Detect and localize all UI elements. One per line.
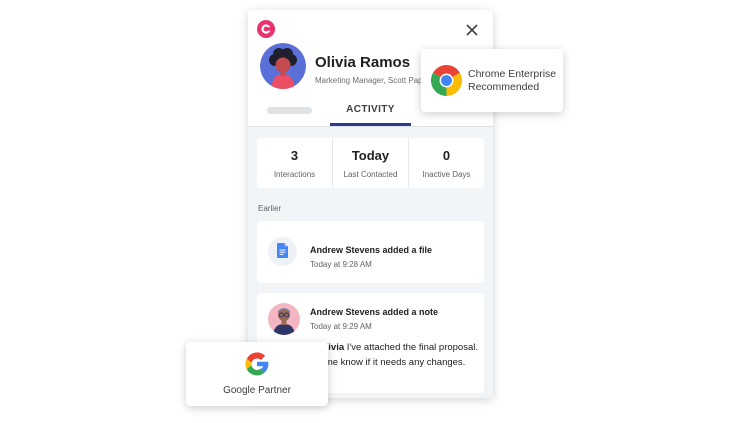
stat-label: Interactions	[273, 170, 316, 179]
activity-title: Andrew Stevens added a note	[310, 307, 439, 317]
stat-value: 3	[290, 148, 299, 163]
contact-name: Olivia Ramos	[315, 54, 411, 71]
google-g-icon	[245, 352, 269, 376]
close-icon[interactable]	[465, 23, 479, 37]
stat-interactions: 3 Interactions	[257, 138, 332, 188]
stat-label: Last Contacted	[343, 170, 398, 179]
header-divider	[248, 126, 493, 127]
stat-last-contacted: Today Last Contacted	[332, 138, 408, 188]
google-partner-label: Google Partner	[223, 385, 291, 396]
tab-details[interactable]	[267, 107, 312, 114]
chrome-icon	[431, 65, 462, 96]
user-avatar	[268, 303, 300, 335]
avatar	[260, 43, 306, 89]
contact-role: Marketing Manager, Scott Paper	[315, 76, 430, 85]
copper-logo-icon	[257, 20, 275, 38]
activity-time: Today at 9:28 AM	[310, 260, 372, 269]
chrome-badge-line-1: Chrome Enterprise	[468, 68, 557, 80]
google-docs-icon	[277, 243, 288, 258]
tab-activity[interactable]: ACTIVITY	[330, 104, 411, 115]
chrome-badge-line-2: Recommended	[468, 81, 540, 93]
section-label-earlier: Earlier	[258, 204, 282, 213]
chrome-badge-text: Chrome Enterprise Recommended	[468, 68, 556, 94]
note-line-1: I've attached the final proposal.	[344, 342, 478, 353]
activity-item-file[interactable]: Andrew Stevens added a file Today at 9:2…	[257, 221, 484, 283]
note-line-2: Let me know if it needs any changes.	[309, 357, 466, 368]
activity-time: Today at 9:29 AM	[310, 322, 372, 331]
stat-label: Inactive Days	[422, 170, 471, 179]
stat-value: Today	[351, 148, 390, 163]
google-partner-badge: Google Partner	[186, 342, 328, 406]
stat-value: 0	[442, 148, 451, 163]
activity-title: Andrew Stevens added a file	[310, 245, 433, 255]
file-icon-container	[268, 237, 297, 266]
stat-inactive-days: 0 Inactive Days	[408, 138, 484, 188]
chrome-enterprise-badge: Chrome Enterprise Recommended	[421, 49, 563, 112]
note-text: @Olivia I've attached the final proposal…	[309, 340, 481, 370]
stats-row: 3 Interactions Today Last Contacted 0 In…	[257, 138, 484, 188]
